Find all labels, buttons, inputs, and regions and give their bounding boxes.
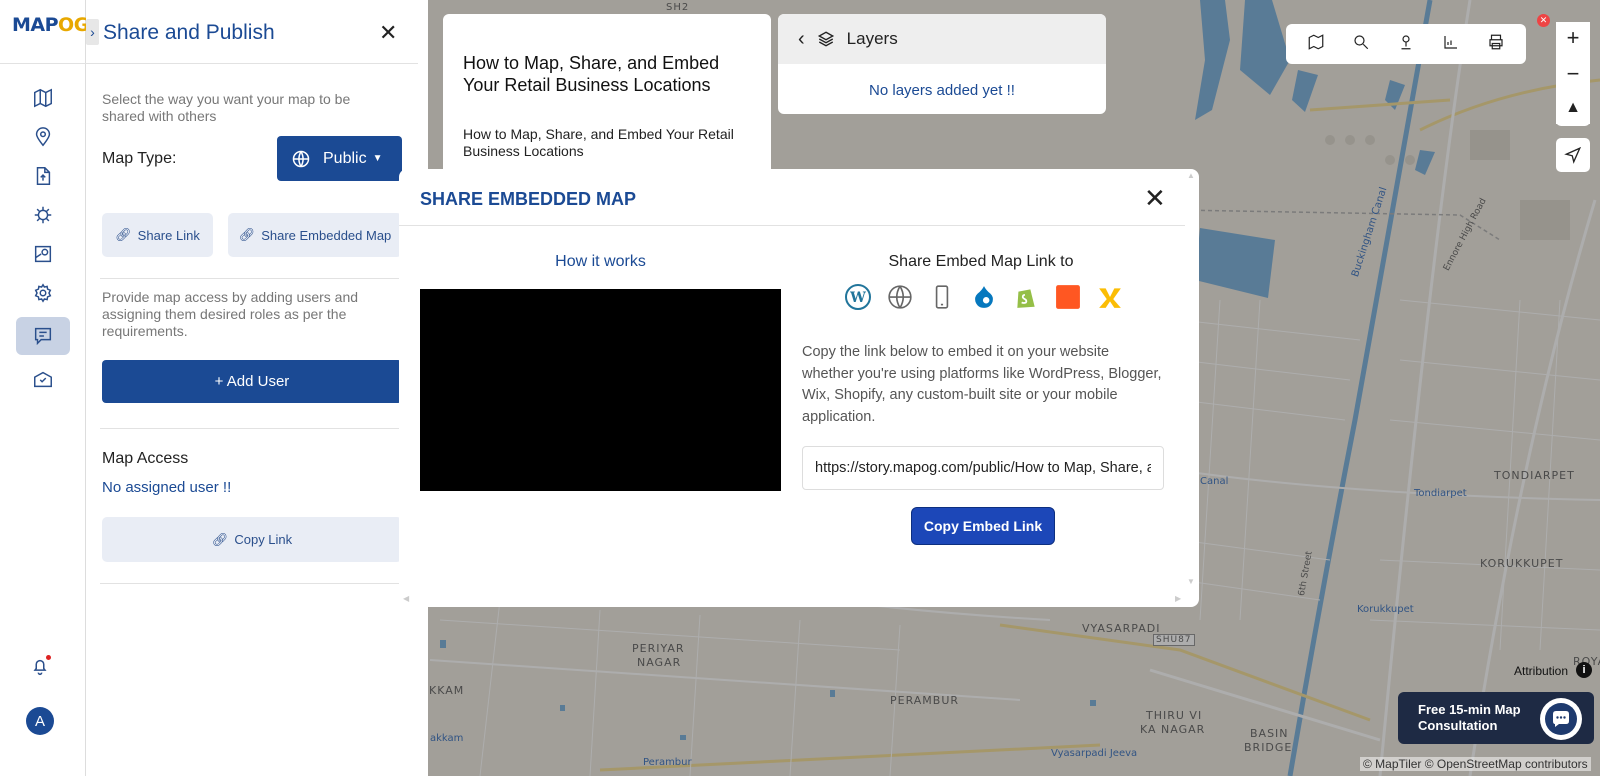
mapog-logo[interactable]: MAPOG: [12, 14, 89, 36]
embed-description: Copy the link below to embed it on your …: [802, 344, 1162, 425]
copy-link-label: Copy Link: [234, 532, 293, 547]
story-title: How to Map, Share, and Embed Your Retail…: [463, 53, 720, 95]
map-access-title: Map Access: [102, 450, 189, 467]
map-type-select[interactable]: Public ▼: [277, 136, 402, 181]
panel-title: Share and Publish: [103, 21, 275, 44]
panel-divider: [100, 278, 402, 279]
wordpress-icon[interactable]: W: [844, 283, 871, 310]
how-it-works-video[interactable]: [420, 289, 781, 491]
embed-url-field[interactable]: [802, 446, 1164, 490]
panel-divider: [86, 63, 418, 64]
rail-divider: [0, 63, 86, 64]
panel-collapse-toggle[interactable]: ›: [86, 19, 99, 45]
share-link-button[interactable]: 🔗︎ Share Link: [102, 213, 213, 257]
story-subtitle: How to Map, Share, and Embed Your Retail…: [463, 126, 734, 159]
measure-icon[interactable]: [1442, 33, 1460, 56]
upload-file-icon[interactable]: [28, 161, 58, 191]
shopify-icon[interactable]: [1012, 283, 1039, 310]
panel-divider: [100, 428, 402, 429]
link-icon: 🔗︎: [115, 227, 132, 242]
map-copyright: © MapTiler © OpenStreetMap contributors: [1360, 757, 1591, 771]
avatar[interactable]: A: [26, 707, 54, 735]
mobile-icon[interactable]: [928, 283, 955, 310]
add-user-button[interactable]: + Add User: [102, 360, 402, 403]
chat-icon[interactable]: [1540, 698, 1582, 740]
link-icon: 🔗︎: [211, 531, 229, 547]
svg-text:W: W: [849, 290, 866, 306]
zoom-out-button[interactable]: −: [1556, 58, 1590, 90]
scroll-right-icon[interactable]: ▶: [1175, 594, 1181, 603]
copy-embed-link-button[interactable]: Copy Embed Link: [911, 507, 1055, 545]
share-embedded-map-modal: SHARE EMBEDDED MAP ✕ How it works Share …: [399, 169, 1199, 607]
bug-icon[interactable]: [28, 200, 58, 230]
map-icon[interactable]: [28, 83, 58, 113]
share-embedded-map-button[interactable]: 🔗︎ Share Embedded Map: [228, 213, 402, 257]
share-link-label: Share Link: [137, 227, 200, 243]
close-icon[interactable]: ✕: [379, 22, 397, 44]
map-type-label: Map Type:: [102, 150, 177, 167]
copy-link-button[interactable]: 🔗︎ Copy Link: [102, 517, 402, 562]
share-embedded-label: Share Embedded Map: [261, 227, 392, 243]
scroll-up-icon[interactable]: ▲: [1187, 171, 1195, 180]
map-toolbar: [1286, 24, 1526, 64]
map-marker-check-icon[interactable]: [28, 364, 58, 394]
location-pin-icon[interactable]: [28, 122, 58, 152]
panel-divider: [100, 583, 402, 584]
notification-dot: [46, 655, 51, 660]
compass-icon[interactable]: ▲: [1556, 92, 1590, 124]
scroll-down-icon[interactable]: ▼: [1187, 577, 1195, 586]
platform-icons: W: [844, 283, 1123, 310]
map-type-value: Public: [323, 149, 367, 167]
drupal-icon[interactable]: [970, 283, 997, 310]
close-icon[interactable]: ✕: [1144, 185, 1166, 211]
navigate-icon[interactable]: [1556, 138, 1590, 172]
user-location-icon[interactable]: [1397, 33, 1415, 56]
no-assigned-user: No assigned user !!: [102, 479, 232, 496]
wix-icon[interactable]: [1096, 283, 1123, 310]
modal-divider: [399, 225, 1185, 226]
share-to-title: Share Embed Map Link to: [888, 253, 1074, 270]
layers-title: Layers: [846, 29, 898, 48]
layers-panel: ‹ Layers No layers added yet !!: [778, 14, 1106, 114]
layers-icon: [817, 31, 834, 47]
link-icon: 🔗︎: [238, 227, 256, 242]
zoom-in-button[interactable]: +: [1556, 22, 1590, 54]
attribution-label[interactable]: Attribution: [1514, 664, 1568, 678]
search-icon[interactable]: [1352, 33, 1370, 56]
globe-icon: [292, 150, 310, 167]
layers-header: ‹ Layers: [778, 14, 1106, 64]
how-it-works-link[interactable]: How it works: [420, 253, 781, 271]
toolbar-close-icon[interactable]: ✕: [1537, 14, 1550, 27]
icon-rail: MAPOG A: [0, 0, 89, 776]
map-pin-search-icon[interactable]: [28, 239, 58, 269]
share-description: Select the way you want your map to be s…: [102, 91, 351, 124]
access-description: Provide map access by adding users and a…: [102, 289, 359, 339]
layers-empty-text: No layers added yet !!: [869, 82, 1015, 99]
globe-icon[interactable]: [886, 283, 913, 310]
modal-title: SHARE EMBEDDED MAP: [420, 189, 637, 209]
map-view-icon[interactable]: [1307, 33, 1325, 56]
share-publish-icon[interactable]: [16, 317, 70, 355]
scroll-left-icon[interactable]: ◀: [403, 594, 409, 603]
info-icon[interactable]: i: [1576, 662, 1592, 678]
print-icon[interactable]: [1487, 33, 1505, 56]
settings-icon[interactable]: [28, 278, 58, 308]
blogger-icon[interactable]: [1054, 283, 1081, 310]
back-chevron-icon[interactable]: ‹: [798, 28, 805, 51]
chevron-down-icon: ▼: [372, 153, 383, 164]
